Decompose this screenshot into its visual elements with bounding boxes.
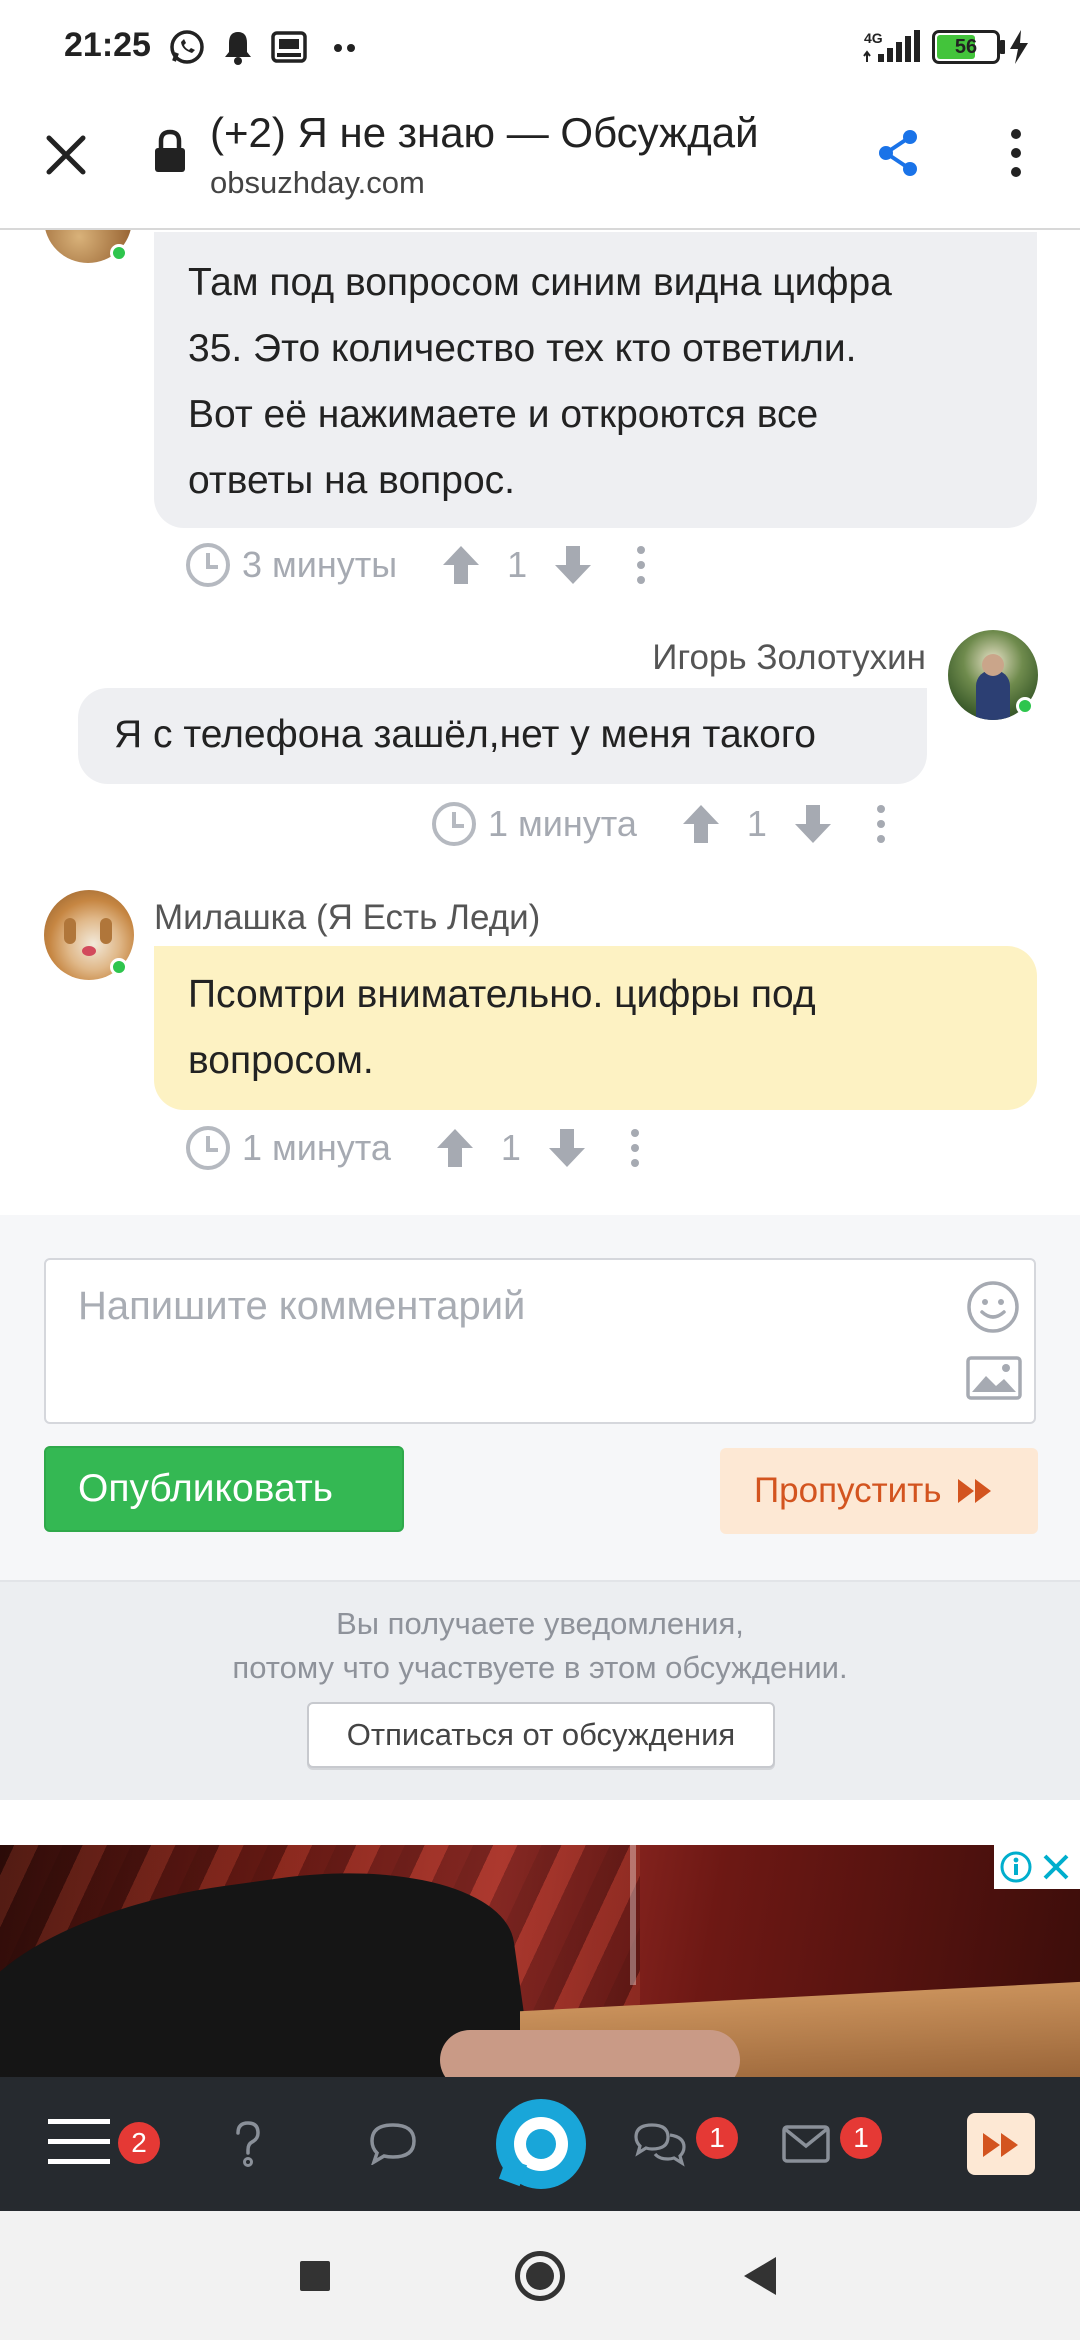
- ad-controls: [994, 1845, 1080, 1889]
- gallery-app-icon: [271, 31, 307, 63]
- downvote-icon[interactable]: [793, 803, 833, 845]
- ad-image-hand: [440, 2030, 740, 2077]
- chats-badge: 1: [696, 2117, 738, 2159]
- online-indicator: [1016, 697, 1034, 715]
- comment-meta: 1 минута 1: [186, 1120, 639, 1176]
- comment-icon[interactable]: [368, 2121, 418, 2165]
- vote-count: 1: [500, 1127, 521, 1168]
- image-attach-icon[interactable]: [966, 1356, 1022, 1400]
- fast-forward-icon: [957, 1479, 991, 1503]
- ad-close-icon[interactable]: [1042, 1853, 1070, 1881]
- create-button[interactable]: [496, 2099, 586, 2189]
- page-title[interactable]: (+2) Я не знаю — Обсуждай: [210, 109, 759, 157]
- back-icon[interactable]: [742, 2255, 778, 2297]
- upvote-icon[interactable]: [441, 544, 481, 586]
- clock-icon: [432, 802, 476, 846]
- unsubscribe-button[interactable]: Отписаться от обсуждения: [307, 1702, 775, 1768]
- comment-placeholder: Напишите комментарий: [78, 1284, 526, 1328]
- fast-forward-icon: [983, 2133, 1018, 2157]
- app-bottom-nav: 2 1 1: [0, 2077, 1080, 2211]
- home-icon[interactable]: [515, 2251, 565, 2301]
- whatsapp-icon: [170, 30, 204, 64]
- comment-text-line: ответы на вопрос.: [188, 459, 515, 502]
- mail-icon[interactable]: [782, 2125, 830, 2163]
- comment-text-line: Псомтри внимательно. цифры под: [188, 973, 816, 1016]
- upvote-icon[interactable]: [681, 803, 721, 845]
- ad-info-icon[interactable]: [1000, 1851, 1032, 1883]
- comment-author[interactable]: Игорь Золотухин: [652, 638, 926, 678]
- menu-icon[interactable]: [48, 2117, 110, 2167]
- comment-bubble: Я с телефона зашёл,нет у меня такого: [78, 688, 927, 784]
- comment-time: 1 минута: [242, 1127, 391, 1168]
- comment-bubble: Там под вопросом синим видна цифра 35. Э…: [154, 232, 1037, 528]
- upvote-icon[interactable]: [435, 1127, 475, 1169]
- comment-text-line: Вот её нажимаете и откроются все: [188, 393, 819, 436]
- vote-count: 1: [507, 544, 528, 585]
- publish-button-label: Опубликовать: [78, 1467, 334, 1510]
- online-indicator: [110, 958, 128, 976]
- recents-icon[interactable]: [300, 2261, 330, 2291]
- comment-author[interactable]: Милашка (Я Есть Леди): [154, 898, 540, 938]
- more-notifications-icon: [347, 44, 355, 52]
- charging-bolt-icon: [1010, 30, 1028, 64]
- comment-more-icon[interactable]: [637, 546, 646, 584]
- clock-icon: [186, 1126, 230, 1170]
- chats-icon[interactable]: [632, 2121, 688, 2167]
- comment-time: 1 минута: [488, 803, 637, 844]
- comment-text-line: вопросом.: [188, 1039, 374, 1082]
- page-domain[interactable]: obsuzhday.com: [210, 165, 425, 201]
- ad-image-glass: [630, 1845, 636, 1985]
- skip-button[interactable]: Пропустить: [720, 1448, 1038, 1534]
- comment-text-line: Там под вопросом синим видна цифра: [188, 261, 892, 304]
- comment-more-icon[interactable]: [876, 805, 885, 843]
- comment-text: Я с телефона зашёл,нет у меня такого: [114, 713, 816, 756]
- notice-text: потому что участвуете в этом обсуждении.: [232, 1650, 848, 1685]
- overflow-menu-icon[interactable]: [1011, 129, 1021, 177]
- close-icon[interactable]: [44, 133, 88, 177]
- comment-more-icon[interactable]: [630, 1129, 639, 1167]
- messages-badge: 1: [840, 2117, 882, 2159]
- downvote-icon[interactable]: [547, 1127, 587, 1169]
- status-bar: 21:25 4G 56: [0, 0, 1080, 95]
- emoji-icon[interactable]: [966, 1280, 1020, 1334]
- comment-meta: 3 минуты 1: [186, 537, 646, 593]
- comment-meta: 1 минута 1: [432, 796, 885, 852]
- battery-icon: 56: [932, 30, 1000, 64]
- skip-button-label: Пропустить: [754, 1471, 942, 1510]
- comment-text-line: 35. Это количество тех кто ответили.: [188, 327, 857, 370]
- signal-icon: [863, 30, 920, 62]
- comment-input[interactable]: Напишите комментарий: [44, 1258, 1036, 1424]
- comment-bubble: Псомтри внимательно. цифры под вопросом.: [154, 946, 1037, 1110]
- notice-text: Вы получаете уведомления,: [336, 1606, 744, 1641]
- system-navigation-bar: [0, 2211, 1080, 2340]
- browser-toolbar: (+2) Я не знаю — Обсуждай obsuzhday.com: [0, 95, 1080, 230]
- publish-button[interactable]: Опубликовать: [44, 1446, 404, 1532]
- comment-time: 3 минуты: [242, 544, 398, 585]
- clock-icon: [186, 543, 230, 587]
- skip-nav-button[interactable]: [967, 2113, 1035, 2175]
- lock-icon[interactable]: [152, 129, 188, 175]
- battery-level: 56: [954, 36, 978, 58]
- question-icon[interactable]: [228, 2119, 268, 2169]
- vote-count: 1: [746, 803, 767, 844]
- menu-badge: 2: [118, 2122, 160, 2164]
- downvote-icon[interactable]: [553, 544, 593, 586]
- notification-bell-icon: [225, 32, 251, 65]
- share-icon[interactable]: [876, 128, 920, 178]
- online-indicator: [110, 244, 128, 262]
- status-time: 21:25: [64, 26, 151, 64]
- more-notifications-icon: [334, 44, 342, 52]
- ad-banner[interactable]: [0, 1845, 1080, 2077]
- unsubscribe-button-label: Отписаться от обсуждения: [346, 1717, 736, 1752]
